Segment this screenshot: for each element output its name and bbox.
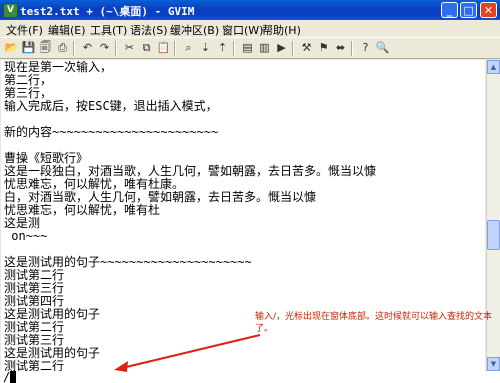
menu-buffers[interactable]: 缓冲区(B) (170, 22, 219, 38)
annotation-arrow-icon (114, 334, 261, 372)
menu-window[interactable]: 窗口(W) (222, 22, 263, 38)
vim-app-icon[interactable]: V (3, 3, 18, 18)
find-prev-icon[interactable]: ⇡ (215, 41, 230, 55)
jump-tag-icon[interactable]: ⬌ (333, 41, 348, 55)
minimize-button[interactable]: _ (441, 2, 458, 18)
text-line: 新的内容~~~~~~~~~~~~~~~~~~~~~~~ (4, 125, 219, 139)
text-cursor (10, 371, 17, 383)
print-icon[interactable]: ⎙ (55, 41, 70, 55)
menu-edit[interactable]: 编辑(E) (48, 22, 86, 38)
toolbar-separator (174, 41, 176, 56)
menu-syntax[interactable]: 语法(S) (130, 22, 168, 38)
find-help-icon[interactable]: 🔍 (375, 41, 390, 55)
run-script-icon[interactable]: ▶ (274, 41, 289, 55)
command-prompt: / (3, 370, 11, 383)
load-session-icon[interactable]: ▤ (240, 41, 255, 55)
command-line[interactable]: / (3, 370, 17, 383)
scroll-up-button[interactable]: ▲ (487, 60, 500, 74)
find-next-icon[interactable]: ⇣ (198, 41, 213, 55)
tags-icon[interactable]: ⚑ (316, 41, 331, 55)
annotation-note: 输入/，光标出现在窗体底部。这时候就可以输入查找的文本了。 (255, 312, 493, 334)
text-line: on~~~ (4, 229, 48, 243)
toolbar-separator (292, 41, 294, 56)
copy-icon[interactable]: ⧉ (139, 41, 154, 55)
open-icon[interactable]: 📂 (4, 41, 19, 55)
scrollbar-thumb[interactable] (487, 220, 500, 250)
maximize-button[interactable]: □ (460, 2, 477, 18)
toolbar-separator (351, 41, 353, 56)
cut-icon[interactable]: ✂ (122, 41, 137, 55)
save-icon[interactable]: 💾 (21, 41, 36, 55)
toolbar-separator (233, 41, 235, 56)
save-session-icon[interactable]: ▥ (257, 41, 272, 55)
tool-bar: 📂 💾 🗐 ⎙ ↶ ↷ ✂ ⧉ 📋 ⌕ ⇣ ⇡ ▤ ▥ ▶ ⚒ ⚑ ⬌ ? 🔍 (0, 37, 500, 59)
gvim-window: V test2.txt + (~\桌面) - GVIM _ □ ✕ 文件(F) … (0, 0, 500, 383)
redo-icon[interactable]: ↷ (97, 41, 112, 55)
close-button[interactable]: ✕ (480, 2, 497, 18)
text-line: 输入完成后，按ESC键，退出插入模式， (4, 99, 218, 113)
menu-file[interactable]: 文件(F) (6, 22, 43, 38)
menu-bar: 文件(F) 编辑(E) 工具(T) 语法(S) 缓冲区(B) 窗口(W) 帮助(… (0, 20, 500, 37)
save-all-icon[interactable]: 🗐 (38, 41, 53, 55)
menu-tools[interactable]: 工具(T) (90, 22, 127, 38)
window-title: test2.txt + (~\桌面) - GVIM (20, 5, 195, 18)
undo-icon[interactable]: ↶ (80, 41, 95, 55)
text-line: 测试第二行 (4, 359, 65, 372)
paste-icon[interactable]: 📋 (156, 41, 171, 55)
find-replace-icon[interactable]: ⌕ (181, 41, 196, 55)
menu-help[interactable]: 帮助(H) (262, 22, 301, 38)
toolbar-separator (73, 41, 75, 56)
make-icon[interactable]: ⚒ (299, 41, 314, 55)
help-icon[interactable]: ? (358, 41, 373, 55)
scroll-down-button[interactable]: ▼ (487, 357, 500, 371)
toolbar-separator (115, 41, 117, 56)
title-bar[interactable]: V test2.txt + (~\桌面) - GVIM _ □ ✕ (0, 0, 500, 20)
